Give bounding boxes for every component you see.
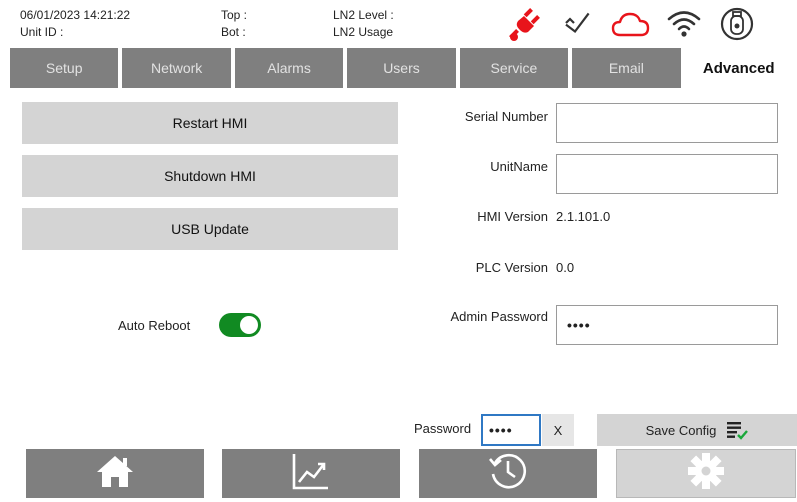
tab-network[interactable]: Network: [122, 48, 231, 88]
auto-reboot-label: Auto Reboot: [118, 318, 191, 333]
power-disconnected-icon: [505, 4, 545, 44]
unit-name-input[interactable]: [556, 154, 778, 194]
bot-label: Bot :: [221, 25, 246, 39]
tab-email[interactable]: Email: [572, 48, 681, 88]
unit-name-label: UnitName: [490, 159, 548, 174]
hmi-version-value: 2.1.101.0: [556, 209, 611, 224]
shutdown-hmi-button[interactable]: Shutdown HMI: [22, 155, 398, 197]
save-config-label: Save Config: [645, 422, 717, 438]
wifi-icon: [664, 4, 704, 44]
nav-settings-button[interactable]: [616, 449, 796, 498]
serial-number-label: Serial Number: [464, 109, 548, 124]
password-label: Password: [414, 421, 472, 436]
list-check-icon: [726, 420, 749, 440]
cloud-icon: [611, 4, 651, 44]
save-config-button[interactable]: Save Config: [597, 414, 797, 446]
tab-alarms[interactable]: Alarms: [234, 48, 344, 88]
status-icons: [505, 4, 757, 44]
ln2-level-label: LN2 Level :: [333, 8, 394, 22]
plc-version-value: 0.0: [556, 260, 575, 275]
plc-version-label: PLC Version: [475, 260, 548, 275]
ln2-usage-label: LN2 Usage: [333, 25, 394, 39]
nav-home-button[interactable]: [26, 449, 204, 498]
admin-password-label: Admin Password: [450, 309, 548, 324]
gas-tank-icon: [717, 4, 757, 44]
bottom-nav: [0, 449, 797, 502]
admin-password-input[interactable]: ••••: [556, 305, 778, 345]
tab-bar: Setup Network Alarms Users Service Email…: [10, 48, 797, 88]
nav-chart-button[interactable]: [222, 449, 400, 498]
serial-number-input[interactable]: [556, 103, 778, 143]
tab-service[interactable]: Service: [459, 48, 569, 88]
status-header: 06/01/2023 14:21:22 Unit ID : Top : Bot …: [0, 0, 797, 48]
settings-icon: [686, 451, 726, 496]
tab-advanced[interactable]: Advanced: [684, 48, 793, 88]
chart-icon: [291, 451, 331, 496]
tab-setup[interactable]: Setup: [10, 48, 119, 88]
checkmark-icon: [558, 4, 598, 44]
password-input[interactable]: ••••: [481, 414, 541, 446]
nav-history-button[interactable]: [419, 449, 597, 498]
top-label: Top :: [221, 8, 248, 22]
history-icon: [487, 450, 529, 497]
home-icon: [95, 453, 135, 494]
hmi-version-label: HMI Version: [477, 209, 548, 224]
advanced-panel: Restart HMI Shutdown HMI USB Update Auto…: [0, 88, 797, 446]
restart-hmi-button[interactable]: Restart HMI: [22, 102, 398, 144]
toggle-knob: [240, 316, 258, 334]
clear-password-button[interactable]: X: [542, 414, 574, 446]
auto-reboot-toggle[interactable]: [219, 313, 261, 337]
tab-users[interactable]: Users: [347, 48, 456, 88]
unit-id-label: Unit ID :: [20, 25, 64, 39]
datetime: 06/01/2023 14:21:22: [20, 8, 131, 22]
usb-update-button[interactable]: USB Update: [22, 208, 398, 250]
